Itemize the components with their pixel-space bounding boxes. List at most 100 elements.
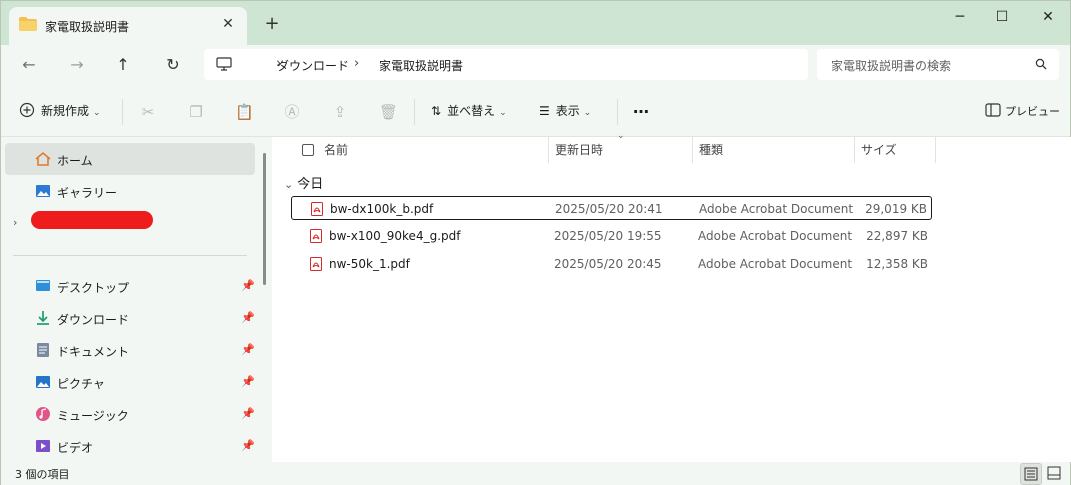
column-divider[interactable] xyxy=(854,137,855,163)
this-pc-icon xyxy=(216,57,232,71)
sidebar-item-downloads[interactable]: ダウンロード 📌 xyxy=(5,302,255,334)
view-button[interactable]: ☰ 表示 ⌄ xyxy=(539,101,591,121)
pictures-icon xyxy=(36,376,50,388)
preview-button-label: プレビュー xyxy=(1005,105,1060,118)
delete-icon[interactable]: 🗑 xyxy=(379,103,398,121)
sort-button[interactable]: ⇅ 並べ替え ⌄ xyxy=(431,101,507,121)
column-header-size[interactable]: サイズ xyxy=(861,137,897,163)
pin-icon[interactable]: 📌 xyxy=(241,311,255,324)
column-divider[interactable] xyxy=(548,137,549,163)
sort-indicator-icon: ⌄ xyxy=(617,131,625,141)
pin-icon[interactable]: 📌 xyxy=(241,279,255,292)
pin-icon[interactable]: 📌 xyxy=(241,343,255,356)
navigation-pane: ホーム ギャラリー › デスクトップ 📌 ダウンロード 📌 ドキュメント 📌 ピ… xyxy=(1,137,271,462)
sidebar-item-label: ミュージック xyxy=(57,409,129,423)
tiles-view-icon xyxy=(1047,466,1061,480)
music-icon xyxy=(36,407,50,421)
back-arrow-icon[interactable]: ← xyxy=(17,53,41,77)
sidebar-item-gallery[interactable]: ギャラリー xyxy=(5,175,255,207)
rename-icon[interactable]: Ⓐ xyxy=(283,103,301,121)
sidebar-item-desktop[interactable]: デスクトップ 📌 xyxy=(5,270,255,302)
tab-current-folder[interactable]: 家電取扱説明書 ✕ xyxy=(9,7,247,45)
file-size: 29,019 KB xyxy=(865,202,927,216)
folder-icon xyxy=(19,17,37,31)
table-row[interactable]: bw-x100_90ke4_g.pdf 2025/05/20 19:55 Ado… xyxy=(291,224,932,248)
pdf-icon xyxy=(310,229,322,243)
view-button-label: 表示 xyxy=(555,104,580,118)
pin-icon[interactable]: 📌 xyxy=(241,375,255,388)
column-header-type[interactable]: 種類 xyxy=(699,137,723,163)
sidebar-item-pictures[interactable]: ピクチャ 📌 xyxy=(5,366,255,398)
plus-circle-icon xyxy=(19,102,35,118)
file-date: 2025/05/20 20:41 xyxy=(555,202,663,216)
home-icon xyxy=(35,151,51,166)
maximize-button[interactable]: ☐ xyxy=(987,7,1017,27)
details-view-button[interactable] xyxy=(1020,463,1042,485)
minimize-button[interactable]: ─ xyxy=(945,7,975,27)
new-button[interactable]: 新規作成 ⌄ xyxy=(19,101,101,121)
file-explorer-window: 家電取扱説明書 ✕ + ─ ☐ ✕ ← → ↑ ↻ › ダウンロード › 家電取… xyxy=(0,0,1071,485)
breadcrumb-current-folder[interactable]: 家電取扱説明書 xyxy=(379,57,463,74)
desktop-icon xyxy=(36,280,50,291)
pin-icon[interactable]: 📌 xyxy=(241,407,255,420)
up-arrow-icon[interactable]: ↑ xyxy=(111,53,135,77)
videos-icon xyxy=(36,440,50,452)
group-header-today[interactable]: ⌄ 今日 xyxy=(284,173,323,192)
table-row[interactable]: nw-50k_1.pdf 2025/05/20 20:45 Adobe Acro… xyxy=(291,252,932,276)
pdf-icon xyxy=(311,202,323,216)
sidebar-item-videos[interactable]: ビデオ 📌 xyxy=(5,430,255,462)
sidebar-scrollbar[interactable] xyxy=(258,137,272,462)
select-all-checkbox[interactable] xyxy=(302,144,314,156)
new-tab-button[interactable]: + xyxy=(263,15,281,33)
sidebar-item-label: ビデオ xyxy=(57,441,94,455)
command-separator xyxy=(122,99,123,125)
paste-icon[interactable]: 📋 xyxy=(235,103,254,121)
file-date: 2025/05/20 19:55 xyxy=(554,229,662,243)
scrollbar-thumb[interactable] xyxy=(263,153,266,285)
view-lines-icon: ☰ xyxy=(539,104,550,118)
pdf-icon xyxy=(310,257,322,271)
sidebar-item-documents[interactable]: ドキュメント 📌 xyxy=(5,334,255,366)
documents-icon xyxy=(37,343,49,357)
column-header-name[interactable]: 名前 xyxy=(324,137,348,163)
search-icon xyxy=(1035,58,1047,70)
copy-icon[interactable]: ❐ xyxy=(187,103,205,121)
more-options-icon[interactable]: … xyxy=(633,98,649,118)
column-divider[interactable] xyxy=(935,137,936,163)
cut-icon[interactable]: ✂ xyxy=(139,103,157,121)
pin-icon[interactable]: 📌 xyxy=(241,439,255,452)
address-bar[interactable]: › ダウンロード › 家電取扱説明書 xyxy=(204,49,808,80)
sidebar-divider xyxy=(13,255,247,256)
file-type: Adobe Acrobat Document xyxy=(698,257,853,271)
sort-icon: ⇅ xyxy=(431,104,442,118)
sidebar-item-home[interactable]: ホーム xyxy=(5,143,255,175)
close-window-button[interactable]: ✕ xyxy=(1033,7,1063,27)
gallery-icon xyxy=(36,185,50,197)
breadcrumb-downloads[interactable]: ダウンロード xyxy=(277,57,349,74)
share-icon[interactable]: ⇪ xyxy=(331,103,349,121)
sidebar-item-label: ダウンロード xyxy=(57,313,130,327)
command-bar: 新規作成 ⌄ ✂ ❐ 📋 Ⓐ ⇪ 🗑 ⇅ 並べ替え ⌄ ☰ 表示 ⌄ … プレビュー xyxy=(1,85,1070,137)
search-input[interactable]: 家電取扱説明書の検索 xyxy=(831,57,951,74)
refresh-icon[interactable]: ↻ xyxy=(161,53,185,77)
column-header-date[interactable]: 更新日時 xyxy=(555,137,603,163)
tiles-view-button[interactable] xyxy=(1044,463,1066,485)
details-view-icon xyxy=(1024,467,1038,481)
redacted-item xyxy=(31,211,153,229)
file-name: bw-dx100k_b.pdf xyxy=(330,202,434,216)
file-size: 12,358 KB xyxy=(866,257,928,271)
download-icon xyxy=(37,311,49,325)
preview-pane-icon xyxy=(985,103,1001,117)
sidebar-item-music[interactable]: ミュージック 📌 xyxy=(5,398,255,430)
file-list: 名前 ⌄ 更新日時 種類 サイズ ⌄ 今日 bw-dx100k_b.pdf 202… xyxy=(272,131,1071,462)
search-box[interactable]: 家電取扱説明書の検索 xyxy=(817,49,1059,80)
chevron-down-icon: ⌄ xyxy=(93,108,101,118)
table-row[interactable]: bw-dx100k_b.pdf 2025/05/20 20:41 Adobe A… xyxy=(291,196,932,220)
file-type: Adobe Acrobat Document xyxy=(698,229,853,243)
tab-close-icon[interactable]: ✕ xyxy=(219,15,237,33)
file-date: 2025/05/20 20:45 xyxy=(554,257,662,271)
column-divider[interactable] xyxy=(692,137,693,163)
forward-arrow-icon[interactable]: → xyxy=(65,53,89,77)
chevron-right-icon[interactable]: › xyxy=(13,216,17,229)
preview-button[interactable]: プレビュー xyxy=(985,101,1060,121)
